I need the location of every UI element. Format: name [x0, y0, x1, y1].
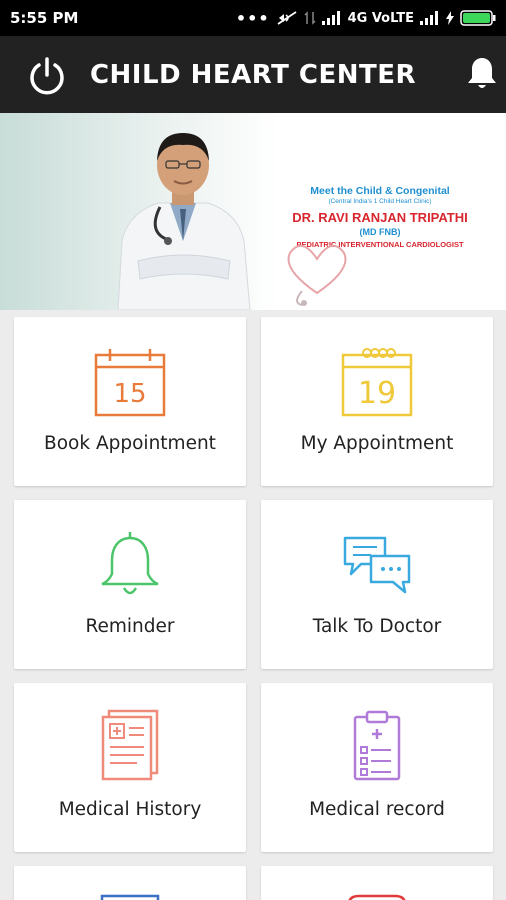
signal-icon-2	[420, 11, 438, 25]
status-icons: ••• 4G VoLTE	[236, 9, 496, 28]
partial-icon-left	[100, 894, 160, 900]
calendar-day-text: 19	[358, 376, 396, 411]
doctor-banner[interactable]: Meet the Child & Congenital (Central Ind…	[0, 113, 506, 310]
medical-record-tile[interactable]: Medical record	[261, 683, 493, 852]
tile-label: Book Appointment	[44, 433, 216, 454]
notification-bell-icon[interactable]	[466, 56, 498, 92]
calendar-15-icon: 15	[94, 349, 166, 417]
doctor-name: DR. RAVI RANJAN TRIPATHI	[292, 210, 468, 225]
bell-icon	[101, 532, 159, 595]
calendar-19-icon: 19	[341, 348, 413, 417]
tile-label: Reminder	[85, 616, 175, 637]
banner-headline: Meet the Child & Congenital	[310, 185, 450, 197]
status-time: 5:55 PM	[10, 9, 79, 27]
my-appointment-tile[interactable]: 19 My Appointment	[261, 317, 493, 486]
partial-tile-right[interactable]	[261, 866, 493, 900]
tile-label: Talk To Doctor	[312, 616, 442, 637]
mute-icon	[277, 11, 297, 25]
battery-icon	[460, 10, 496, 26]
medical-history-tile[interactable]: Medical History	[14, 683, 246, 852]
talk-to-doctor-tile[interactable]: Talk To Doctor	[261, 500, 493, 669]
more-dots-icon: •••	[235, 8, 270, 28]
network-type: 4G VoLTE	[347, 10, 414, 26]
book-appointment-tile[interactable]: 15 Book Appointment	[14, 317, 246, 486]
data-transfer-icon	[304, 11, 316, 25]
doctor-photo	[117, 133, 251, 310]
calendar-day-text: 15	[113, 379, 146, 409]
tile-label: Medical record	[309, 799, 445, 820]
signal-icon	[321, 11, 340, 25]
partial-tile-left[interactable]	[14, 866, 246, 900]
app-bar: CHILD HEART CENTER	[0, 36, 506, 113]
clipboard-icon	[353, 710, 401, 781]
chat-bubbles-icon	[343, 536, 411, 594]
partial-icon-right	[348, 894, 406, 900]
tile-label: Medical History	[58, 799, 202, 820]
reminder-tile[interactable]: Reminder	[14, 500, 246, 669]
tile-label: My Appointment	[300, 433, 454, 454]
stethoscope-heart-decor	[287, 244, 347, 306]
app-title: CHILD HEART CENTER	[89, 60, 417, 90]
banner-subline: (Central India's 1 Child Heart Clinic)	[328, 198, 432, 205]
status-bar: 5:55 PM ••• 4G VoLTE	[0, 0, 506, 36]
medical-history-icon	[101, 709, 159, 781]
charging-icon	[446, 11, 454, 25]
